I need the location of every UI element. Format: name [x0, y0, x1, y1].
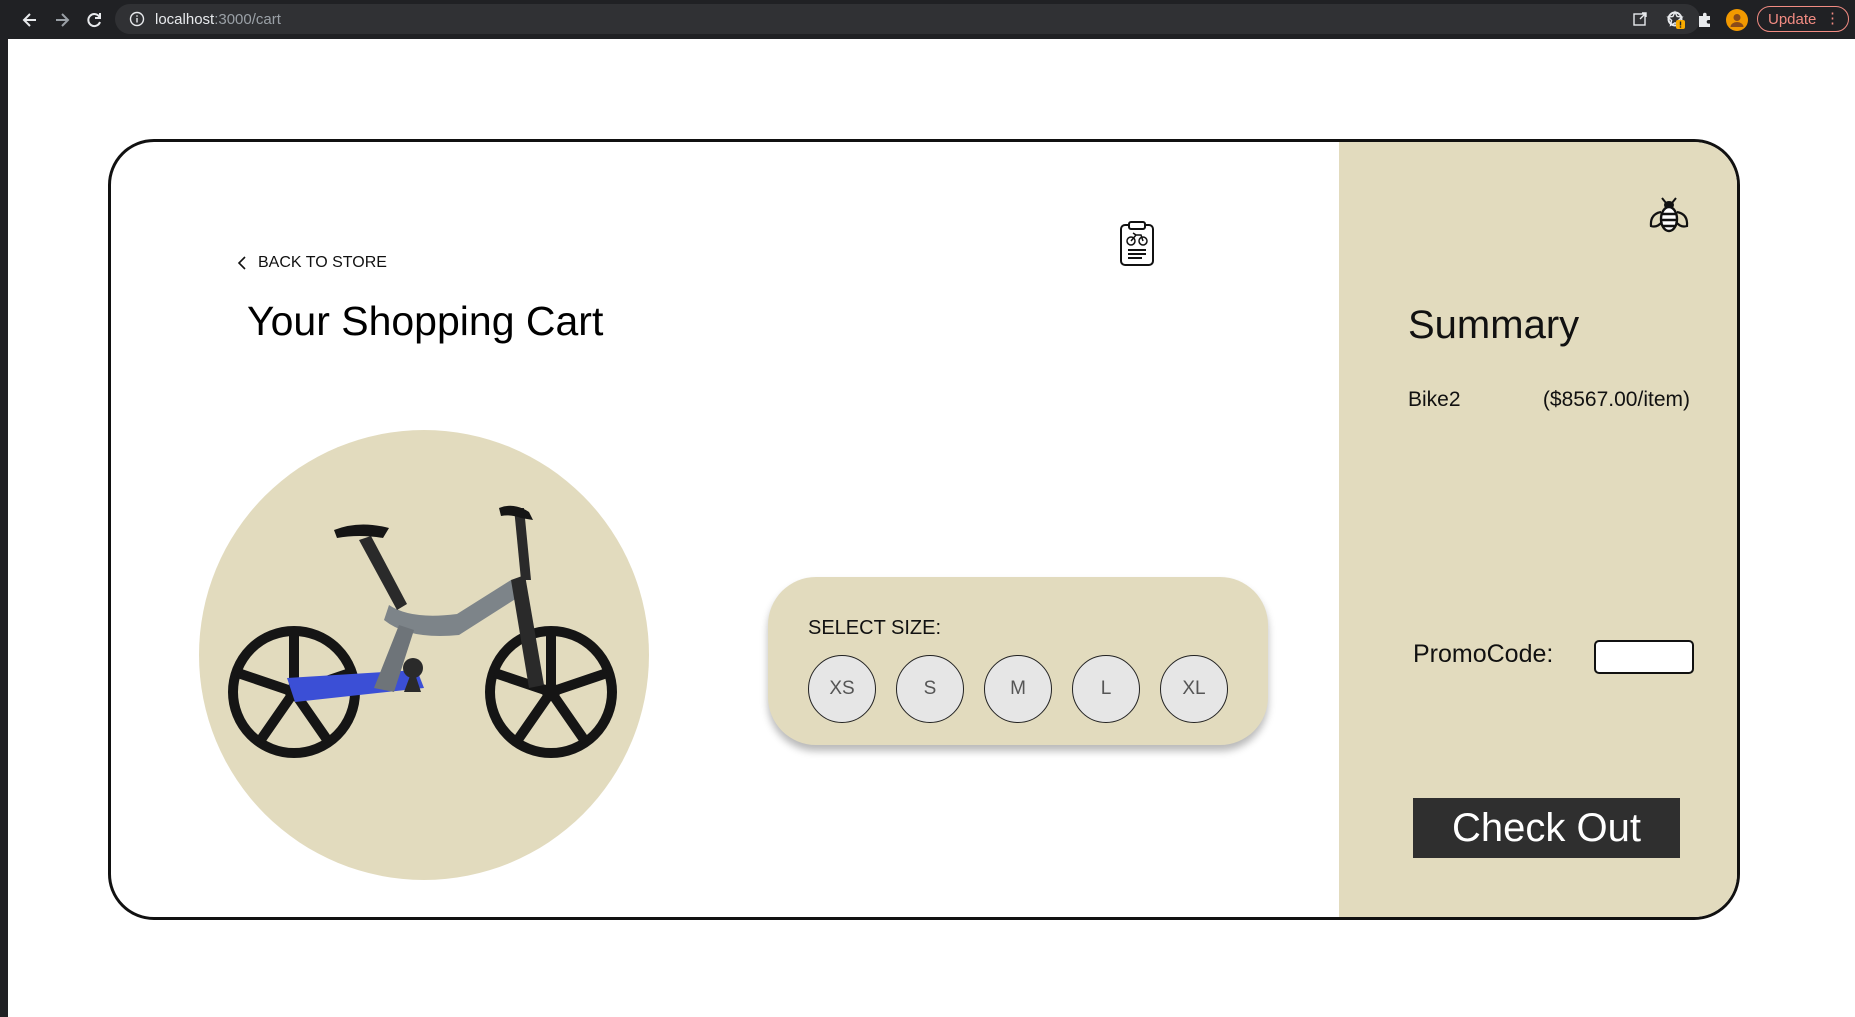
promo-code-label: PromoCode:	[1413, 640, 1554, 668]
url-text[interactable]: localhost:3000/cart	[155, 11, 281, 28]
bike-invoice-icon[interactable]	[1118, 220, 1156, 271]
address-bar[interactable]: localhost:3000/cart	[115, 4, 1700, 34]
extension-alert-icon	[1667, 11, 1685, 29]
summary-panel: Summary Bike2 ($8567.00/item) PromoCode:…	[1339, 142, 1737, 917]
extensions-button[interactable]	[1696, 0, 1714, 39]
size-options: XS S M L XL	[808, 655, 1228, 723]
window-edge	[0, 39, 8, 1017]
puzzle-icon	[1699, 12, 1710, 27]
front-wheel	[485, 626, 617, 758]
bee-logo-icon	[1647, 192, 1691, 241]
chevron-left-icon	[237, 256, 246, 270]
back-to-store-label: BACK TO STORE	[258, 254, 387, 271]
profile-avatar-button[interactable]	[1726, 0, 1748, 39]
product-image-circle	[199, 430, 649, 880]
update-button[interactable]: Update ⋮	[1757, 6, 1849, 32]
summary-item-name: Bike2	[1408, 388, 1461, 411]
check-out-button[interactable]: Check Out	[1413, 798, 1680, 858]
profile-avatar-icon	[1726, 8, 1748, 31]
bike-image	[228, 505, 617, 758]
forward-nav-button[interactable]	[52, 0, 72, 39]
size-option-l[interactable]: L	[1072, 655, 1140, 723]
size-selector-panel: SELECT SIZE: XS S M L XL	[768, 577, 1268, 745]
summary-title: Summary	[1408, 303, 1580, 347]
size-option-m[interactable]: M	[984, 655, 1052, 723]
cart-panel: BACK TO STORE Your Shopping Cart SELECT …	[111, 142, 1339, 917]
cart-card: BACK TO STORE Your Shopping Cart SELECT …	[108, 139, 1740, 920]
kebab-menu-icon[interactable]: ⋮	[1825, 10, 1840, 28]
promo-code-input[interactable]	[1594, 640, 1694, 674]
back-nav-button[interactable]	[20, 0, 40, 39]
site-info-icon[interactable]	[129, 11, 145, 27]
browser-toolbar: localhost:3000/cart Update ⋮	[0, 0, 1855, 39]
size-option-xs[interactable]: XS	[808, 655, 876, 723]
open-in-window-icon[interactable]	[1632, 11, 1648, 27]
size-label: SELECT SIZE:	[808, 617, 942, 639]
back-to-store-link[interactable]: BACK TO STORE	[236, 254, 387, 272]
size-option-xl[interactable]: XL	[1160, 655, 1228, 723]
arrow-right-icon	[56, 12, 70, 27]
reload-button[interactable]	[84, 0, 104, 39]
url-path: :3000/cart	[214, 10, 281, 28]
reload-icon	[87, 12, 101, 27]
arrow-left-icon	[22, 12, 36, 27]
summary-item-price: ($8567.00/item)	[1542, 388, 1690, 411]
update-label: Update	[1768, 10, 1817, 28]
page-title: Your Shopping Cart	[247, 298, 604, 344]
extension-badge-button[interactable]	[1666, 0, 1688, 39]
url-host: localhost	[155, 10, 215, 28]
size-option-s[interactable]: S	[896, 655, 964, 723]
bike-seat	[359, 536, 407, 610]
